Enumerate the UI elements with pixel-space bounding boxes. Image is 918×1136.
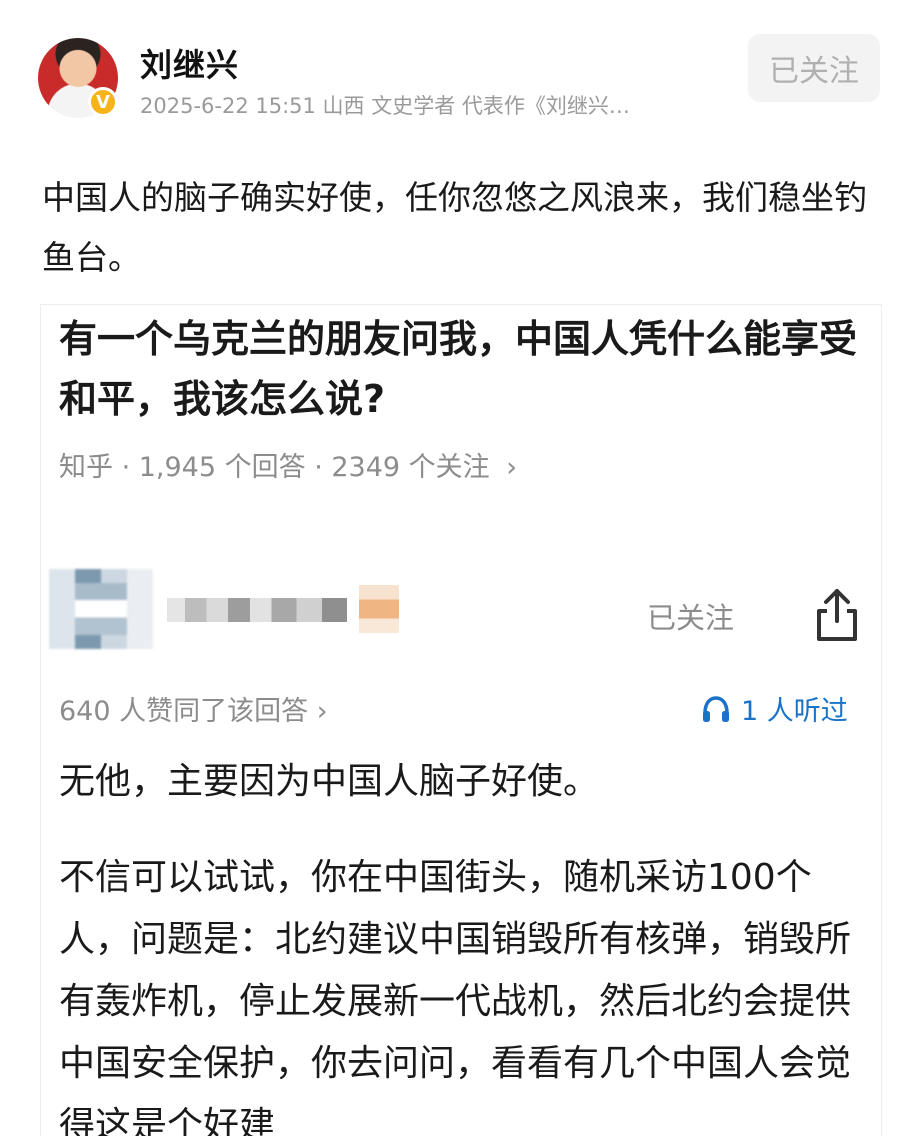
listened-count[interactable]: 1 人听过 <box>701 689 848 728</box>
verified-badge-icon: V <box>88 87 118 117</box>
headphone-icon <box>703 695 729 722</box>
post-body-text: 中国人的脑子确实好使，任你忽悠之风浪来，我们稳坐钓鱼台。 <box>42 178 867 277</box>
question-title[interactable]: 有一个乌克兰的朋友问我，中国人凭什么能享受和平，我该怎么说? <box>59 309 869 429</box>
post-meta: 2025-6-22 15:51 山西 文史学者 代表作《刘继兴… <box>140 94 630 118</box>
blurred-badge <box>359 585 399 633</box>
page: V 刘继兴 2025-6-22 15:51 山西 文史学者 代表作《刘继兴… 已… <box>0 0 918 1136</box>
answerer-follow-button[interactable]: 已关注 <box>647 595 734 637</box>
chevron-right-icon: › <box>316 696 328 727</box>
embedded-answer-card[interactable]: 有一个乌克兰的朋友问我，中国人凭什么能享受和平，我该怎么说? 知乎 · 1,94… <box>40 304 882 1136</box>
follow-button[interactable]: 已关注 <box>748 34 880 102</box>
answer-paragraph-1: 无他，主要因为中国人脑子好使。 <box>59 761 600 802</box>
question-meta-text: 知乎 · 1,945 个回答 · 2349 个关注 <box>59 452 490 483</box>
question-meta[interactable]: 知乎 · 1,945 个回答 · 2349 个关注 › <box>59 445 517 484</box>
chevron-right-icon: › <box>506 452 518 483</box>
blurred-answerer-avatar[interactable] <box>49 569 153 649</box>
author-name[interactable]: 刘继兴 <box>140 40 239 86</box>
answer-paragraph-2: 不信可以试试，你在中国街头，随机采访100个人，问题是：北约建议中国销毁所有核弹… <box>59 857 852 1136</box>
blurred-answerer-name[interactable] <box>167 598 347 622</box>
answer-body: 无他，主要因为中国人脑子好使。 不信可以试试，你在中国街头，随机采访100个人，… <box>59 751 869 1136</box>
share-icon[interactable] <box>813 587 861 643</box>
listened-text: 1 人听过 <box>741 696 848 727</box>
likes-count[interactable]: 640 人赞同了该回答 › <box>59 689 328 728</box>
likes-text: 640 人赞同了该回答 <box>59 696 309 727</box>
